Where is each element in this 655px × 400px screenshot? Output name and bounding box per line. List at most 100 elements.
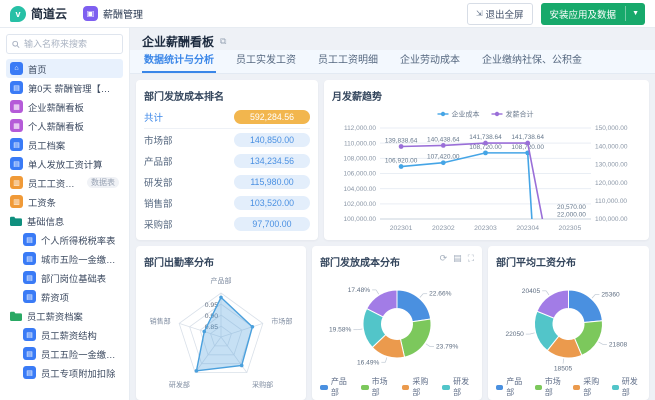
dashboard-icon: ▦ [10,100,23,113]
sidebar-item[interactable]: ▤ 员工薪资结构 [6,325,123,344]
sidebar-item-label: 个人薪酬看板 [28,119,84,133]
share-icon[interactable]: ⧉ [220,36,226,47]
sidebar-item-label: 工资条 [28,195,56,209]
panel-cost-distribution-pie: 部门发放成本分布 ⟳▤⛶ 22.66%23.79%16.49%19.58%17.… [312,246,482,400]
svg-text:22.66%: 22.66% [429,291,452,298]
chevron-down-icon[interactable]: ▼ [625,6,645,21]
sidebar-group[interactable]: 员工薪资档案 [6,306,123,325]
svg-text:16.49%: 16.49% [357,359,380,366]
legend-label: 市场部 [545,376,564,398]
sidebar-item[interactable]: ▦个人薪酬看板 [6,116,123,135]
svg-text:104,000.00: 104,000.00 [343,186,376,193]
panel-monthly-pay-trend: 月发薪趋势 112,000.00110,000.00108,000.00106,… [324,80,649,240]
sidebar-item[interactable]: ▤ 部门岗位基础表 [6,268,123,287]
rank-dept-name: 采购部 [144,217,173,231]
legend-item[interactable]: 研发部 [442,376,474,398]
dashboard-row-1: 部门发放成本排名 共计592,284.56市场部140,850.00产品部134… [136,80,649,240]
sidebar-item-label: 部门岗位基础表 [41,271,106,285]
sidebar-item[interactable]: ▤城市五险一金缴纳比例 [6,249,123,268]
app-icon: ▣ [83,6,98,21]
sidebar-item-label: 企业薪酬看板 [28,100,84,114]
legend-item[interactable]: 采购部 [573,376,603,398]
sidebar-item[interactable]: ▤第0天 薪酬管理【必读说明】 [6,78,123,97]
sidebar-search[interactable] [6,34,123,54]
svg-text:采购部: 采购部 [252,380,273,389]
svg-text:23.79%: 23.79% [436,344,459,351]
search-input[interactable] [24,39,117,49]
legend-marker [361,385,369,390]
sidebar-item[interactable]: ▤ 个人所得税税率表 [6,230,123,249]
form-icon: ▤ [23,328,36,341]
tab-2[interactable]: 员工工资明细 [316,51,380,73]
legend-label: 研发部 [453,376,474,398]
rank-dept-name: 销售部 [144,196,173,210]
svg-text:202303: 202303 [474,225,497,232]
main-area: 企业薪酬看板 ⧉ 数据统计与分析员工实发工资员工工资明细企业劳动成本企业缴纳社保… [130,28,655,400]
svg-text:202304: 202304 [516,225,539,232]
radar-chart: 0.950.900.85产品部市场部采购部研发部销售部 [144,272,298,394]
sidebar-item[interactable]: ▤薪资项 [6,287,123,306]
sidebar-item[interactable]: ▤员工五险一金缴纳基数 [6,344,123,363]
legend-item[interactable]: 市场部 [361,376,393,398]
form-icon: ▤ [10,157,23,170]
legend-item[interactable]: 产品部 [496,376,526,398]
sidebar-item[interactable]: ⌂首页 [6,59,123,78]
legend-item[interactable]: 研发部 [612,376,642,398]
svg-text:100,000.00: 100,000.00 [595,216,628,223]
rank-dept-name: 研发部 [144,175,173,189]
svg-text:106,920.00: 106,920.00 [385,158,418,165]
svg-text:202301: 202301 [390,225,413,232]
form-icon: ▤ [10,138,23,151]
app-name[interactable]: 薪酬管理 [103,6,143,21]
sidebar-group-label: 基础信息 [27,214,64,228]
sidebar-group[interactable]: 基础信息 [6,211,123,230]
data-view-icon[interactable]: ▤ [453,253,462,264]
sidebar-item[interactable]: ▥员工工资明细数据表 [6,173,123,192]
rank-row: 研发部 115,980.00 [144,171,310,192]
sidebar-item[interactable]: ▤单人发放工资计算 [6,154,123,173]
sidebar-item-label: 个人所得税税率表 [41,233,115,247]
home-icon: ⌂ [10,62,23,75]
tab-4[interactable]: 企业缴纳社保、公积金 [480,51,584,73]
sidebar-item[interactable]: ▦ 企业薪酬看板 [6,97,123,116]
fullscreen-icon[interactable]: ⛶ [468,253,474,264]
legend-marker [612,385,619,390]
rank-value-badge: 115,980.00 [234,175,310,189]
rank-dept-name: 共计 [144,110,163,124]
sidebar-item-label: 员工薪资结构 [41,328,97,342]
legend-item[interactable]: 产品部 [320,376,352,398]
tab-0[interactable]: 数据统计与分析 [142,51,216,73]
form-icon: ▤ [23,271,36,284]
sidebar-item-label: 城市五险一金缴纳比例 [41,252,119,266]
svg-text:19.58%: 19.58% [329,327,352,334]
tab-1[interactable]: 员工实发工资 [234,51,298,73]
legend-item[interactable]: 采购部 [402,376,434,398]
svg-text:发薪合计: 发薪合计 [506,110,534,119]
refresh-icon[interactable]: ⟳ [440,253,448,264]
svg-text:18505: 18505 [554,366,573,372]
legend-marker [320,385,328,390]
svg-text:研发部: 研发部 [169,380,190,389]
sidebar-item[interactable]: ▥工资条 [6,192,123,211]
svg-text:21808: 21808 [609,341,628,348]
svg-text:112,000.00: 112,000.00 [344,125,376,132]
legend-label: 产品部 [331,376,352,398]
exit-fullscreen-button[interactable]: ⇲ 退出全屏 [467,3,533,25]
doc-icon: ▤ [10,81,23,94]
sidebar-item[interactable]: ▤员工档案 [6,135,123,154]
svg-text:120,000.00: 120,000.00 [595,180,628,187]
form-icon: ▤ [23,233,36,246]
search-icon [12,40,20,49]
svg-text:130,000.00: 130,000.00 [595,162,628,169]
rank-row: 产品部134,234.56 [144,150,310,171]
sidebar-item-label: 员工专项附加扣除 [41,366,115,380]
tab-3[interactable]: 企业劳动成本 [398,51,462,73]
legend-item[interactable]: 市场部 [535,376,565,398]
pie-legend: 产品部市场部采购部研发部 [320,376,474,398]
svg-text:110,000.00: 110,000.00 [595,198,627,205]
sidebar-item[interactable]: ▤员工专项附加扣除 [6,363,123,382]
svg-text:110,000.00: 110,000.00 [344,140,376,147]
rank-value-badge: 592,284.56 [234,110,310,124]
install-app-button[interactable]: 安装应用及数据 ▼ [541,3,645,25]
svg-text:150,000.00: 150,000.00 [595,125,628,132]
